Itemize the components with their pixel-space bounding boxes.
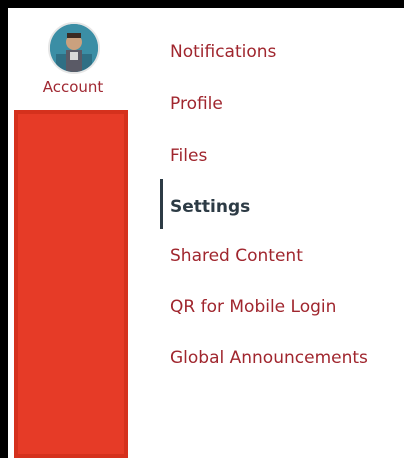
nav-item-global-announcements[interactable]: Global Announcements: [170, 346, 370, 370]
nav-item-profile[interactable]: Profile: [170, 92, 398, 116]
global-nav-highlight-region: [14, 110, 128, 458]
global-nav-rail: Account: [8, 8, 138, 458]
active-indicator-bar: [160, 179, 163, 229]
avatar[interactable]: [48, 22, 100, 74]
user-avatar-icon: [50, 24, 98, 72]
nav-item-notifications[interactable]: Notifications: [170, 40, 398, 64]
nav-item-files[interactable]: Files: [170, 144, 398, 168]
nav-item-shared-content[interactable]: Shared Content: [170, 244, 398, 268]
nav-item-settings[interactable]: Settings: [170, 195, 398, 219]
nav-item-qr-mobile-login[interactable]: QR for Mobile Login: [170, 295, 398, 319]
page-frame: Account Notifications Profile Files Sett…: [8, 8, 404, 458]
global-nav-account[interactable]: Account: [8, 8, 138, 110]
account-label: Account: [42, 78, 104, 96]
